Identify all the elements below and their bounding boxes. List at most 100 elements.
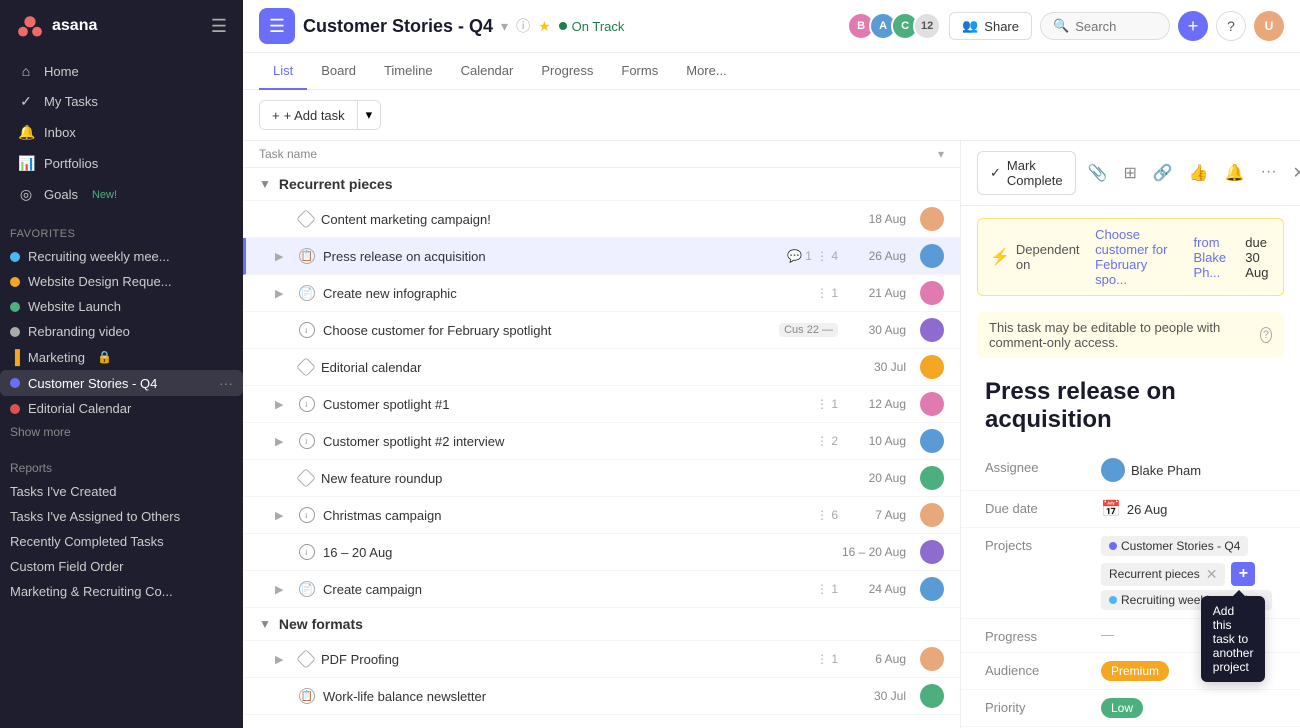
close-icon[interactable]: ✕ [1289, 159, 1300, 187]
help-button[interactable]: ? [1216, 11, 1246, 41]
table-row[interactable]: ▶ 📄 Create campaign ⋮ 1 24 Aug [243, 571, 960, 608]
add-task-dropdown-arrow[interactable]: ▾ [357, 101, 381, 129]
expand-icon[interactable]: ▶ [275, 287, 291, 300]
task-check-icon[interactable] [296, 649, 316, 669]
tab-forms[interactable]: Forms [607, 53, 672, 90]
expand-icon[interactable]: ▶ [275, 509, 291, 522]
task-check-icon[interactable] [299, 433, 315, 449]
reminder-icon[interactable]: 🔔 [1221, 159, 1249, 187]
more-options-icon[interactable]: ··· [219, 375, 233, 391]
task-check-icon[interactable] [296, 357, 316, 377]
nav-label-inbox: Inbox [44, 125, 76, 140]
section-tag-recurrent: Recurrent pieces ✕ [1101, 563, 1225, 586]
tooltip-text: Add this task to another project [1213, 604, 1254, 674]
tab-more[interactable]: More... [672, 53, 740, 90]
sidebar-item-website-design[interactable]: Website Design Reque... [0, 269, 243, 294]
add-to-project-button[interactable]: + [1231, 562, 1255, 586]
share-button[interactable]: 👥 Share [949, 12, 1032, 40]
report-item-recently-completed[interactable]: Recently Completed Tasks [10, 529, 233, 554]
report-item-marketing-recruiting[interactable]: Marketing & Recruiting Co... [10, 579, 233, 604]
sidebar-item-marketing[interactable]: ▐ Marketing 🔒 [0, 344, 243, 370]
add-task-main[interactable]: + + Add task [260, 102, 357, 129]
like-icon[interactable]: 👍 [1185, 159, 1213, 187]
table-row[interactable]: ▶ Christmas campaign ⋮ 6 7 Aug [243, 497, 960, 534]
table-row[interactable]: Choose customer for February spotlight C… [243, 312, 960, 349]
expand-icon[interactable]: ▶ [275, 435, 291, 448]
task-check-icon[interactable]: 📄 [299, 581, 315, 597]
sidebar-item-customer-stories[interactable]: Customer Stories - Q4 ··· [0, 370, 243, 396]
more-options-icon[interactable]: ··· [1257, 159, 1281, 187]
nav-item-portfolios[interactable]: 📊 Portfolios [8, 148, 235, 179]
sidebar-item-website-launch[interactable]: Website Launch [0, 294, 243, 319]
nav-item-goals[interactable]: ◎ Goals New! [8, 179, 235, 210]
lock-icon: 🔒 [97, 350, 112, 364]
table-row[interactable]: ▶ Customer spotlight #1 ⋮ 1 12 Aug [243, 386, 960, 423]
tab-calendar[interactable]: Calendar [447, 53, 528, 90]
expand-icon[interactable]: ▶ [275, 653, 291, 666]
field-label-priority: Priority [985, 698, 1085, 715]
audience-badge[interactable]: Premium [1101, 661, 1169, 681]
expand-icon[interactable]: ▶ [275, 583, 291, 596]
table-row[interactable]: 16 – 20 Aug 16 – 20 Aug [243, 534, 960, 571]
user-avatar[interactable]: U [1254, 11, 1284, 41]
search-bar[interactable]: 🔍 [1040, 12, 1170, 40]
link-icon[interactable]: 🔗 [1149, 159, 1177, 187]
close-section-icon[interactable]: ✕ [1206, 566, 1218, 583]
attachment-icon[interactable]: 📎 [1084, 159, 1112, 187]
table-row[interactable]: ▶ Customer spotlight #2 interview ⋮ 2 10… [243, 423, 960, 460]
share-icon: 👥 [962, 18, 978, 34]
task-date: 21 Aug [846, 286, 906, 300]
chevron-down-icon[interactable]: ▾ [501, 18, 508, 35]
search-input[interactable] [1075, 19, 1155, 34]
task-check-icon[interactable] [299, 507, 315, 523]
subtask-icon[interactable]: ⊞ [1119, 159, 1140, 187]
column-sort-icon[interactable]: ▾ [938, 147, 944, 161]
show-more-button[interactable]: Show more [0, 421, 243, 443]
sidebar-toggle-icon[interactable]: ☰ [211, 16, 227, 37]
table-row[interactable]: ▶ 📄 Create new infographic ⋮ 1 21 Aug [243, 275, 960, 312]
bar-chart-icon: ▐ [10, 349, 20, 365]
task-check-icon[interactable] [299, 322, 315, 338]
sidebar-item-editorial[interactable]: Editorial Calendar [0, 396, 243, 421]
tab-timeline[interactable]: Timeline [370, 53, 447, 90]
add-button[interactable]: + [1178, 11, 1208, 41]
task-check-icon[interactable]: 📄 [299, 285, 315, 301]
info-icon[interactable]: ⓘ [516, 16, 530, 36]
task-check-icon[interactable] [296, 209, 316, 229]
section-new-formats[interactable]: ▼ New formats [243, 608, 960, 641]
tab-list[interactable]: List [259, 53, 307, 90]
sidebar-item-recruiting[interactable]: Recruiting weekly mee... [0, 244, 243, 269]
task-check-icon[interactable]: 📋 [299, 248, 315, 264]
expand-icon[interactable]: ▶ [275, 398, 291, 411]
section-recurrent-pieces[interactable]: ▼ Recurrent pieces [243, 168, 960, 201]
assignee-avatar [1101, 458, 1125, 482]
tab-board[interactable]: Board [307, 53, 370, 90]
task-check-icon[interactable] [299, 396, 315, 412]
table-row[interactable]: Content marketing campaign! 18 Aug [243, 201, 960, 238]
nav-item-home[interactable]: ⌂ Home [8, 56, 235, 86]
star-icon[interactable]: ★ [538, 18, 551, 35]
report-item-custom-field[interactable]: Custom Field Order [10, 554, 233, 579]
nav-item-inbox[interactable]: 🔔 Inbox [8, 117, 235, 148]
task-check-icon[interactable]: 📋 [299, 688, 315, 704]
dependency-link[interactable]: Choose customer for February spo... [1095, 227, 1178, 287]
task-detail-title[interactable]: Press release on acquisition [961, 370, 1300, 450]
table-row[interactable]: ▶ PDF Proofing ⋮ 1 6 Aug [243, 641, 960, 678]
priority-badge[interactable]: Low [1101, 698, 1143, 718]
table-row[interactable]: ▶ 📋 Press release on acquisition 💬 1 ⋮ 4… [243, 238, 960, 275]
task-assignee-avatar [920, 355, 944, 379]
mark-complete-button[interactable]: ✓ Mark Complete [977, 151, 1076, 195]
tab-progress[interactable]: Progress [527, 53, 607, 90]
task-check-icon[interactable] [299, 544, 315, 560]
report-item-tasks-created[interactable]: Tasks I've Created [10, 479, 233, 504]
sidebar-item-rebranding[interactable]: Rebranding video [0, 319, 243, 344]
nav-item-my-tasks[interactable]: ✓ My Tasks [8, 86, 235, 117]
table-row[interactable]: New feature roundup 20 Aug [243, 460, 960, 497]
expand-icon[interactable]: ▶ [275, 250, 291, 263]
avatar-group: B A C 12 [847, 12, 941, 40]
table-row[interactable]: 📋 Work-life balance newsletter 30 Jul [243, 678, 960, 715]
report-item-tasks-assigned[interactable]: Tasks I've Assigned to Others [10, 504, 233, 529]
add-task-button[interactable]: + + Add task ▾ [259, 100, 381, 130]
task-check-icon[interactable] [296, 468, 316, 488]
table-row[interactable]: Editorial calendar 30 Jul [243, 349, 960, 386]
